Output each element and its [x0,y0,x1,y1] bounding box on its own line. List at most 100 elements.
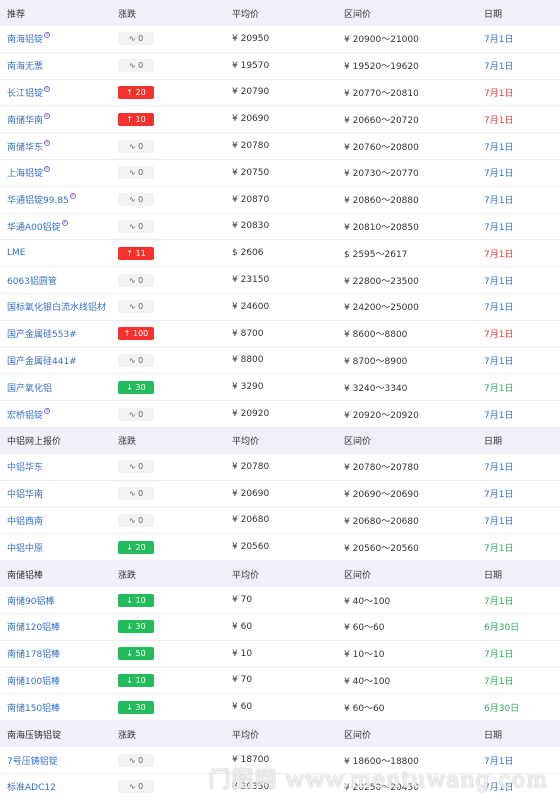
table-row[interactable]: 长江铝锭® ↑ 20 ¥ 20790 ¥ 20770～20810 7月1日 [0,80,560,107]
product-link[interactable]: 国标氧化银白流水线铝材 [7,303,106,313]
product-link[interactable]: 南储华东 [7,143,43,153]
range-price: ¥ 19520～19620 [344,62,419,73]
product-link[interactable]: 南储华南 [7,116,43,126]
avg-price: ¥ 8700 [232,328,264,339]
table-row[interactable]: 国标氧化银白流水线铝材 ∿ 0 ¥ 24600 ¥ 24200～25000 7月1日 [0,294,560,321]
table-row[interactable]: 南储120铝棒 ↓ 30 ¥ 60 ¥ 60～60 6月30日 [0,614,560,641]
table-row[interactable]: 南储90铝棒 ↓ 10 ¥ 70 ¥ 40～100 7月1日 [0,587,560,614]
avg-price: ¥ 20780 [232,461,270,472]
avg-price: ¥ 70 [232,675,253,686]
product-link[interactable]: 国产氧化铝 [7,384,52,394]
registered-icon: ® [44,32,51,39]
product-link[interactable]: 国产金属硅441# [7,357,77,367]
date: 7月1日 [484,249,514,260]
header-avg: 平均价 [232,9,260,20]
flat-icon: ∿ [128,221,139,231]
range-price: ¥ 20560～20560 [344,543,419,554]
registered-icon: ® [44,407,51,414]
change-badge: ∿ 0 [118,219,154,233]
change-value: 0 [138,195,144,205]
range-price: $ 2595～2617 [344,249,408,260]
range-price: ¥ 3240～3340 [344,383,408,394]
table-row[interactable]: 南储华南® ↑ 10 ¥ 20690 ¥ 20660～20720 7月1日 [0,106,560,134]
date: 7月1日 [484,543,514,554]
product-link[interactable]: 华通A00铝锭 [7,223,61,233]
change-value: 0 [138,221,144,231]
range-price: ¥ 24200～25000 [344,303,419,314]
change-value: 0 [138,34,144,44]
product-link[interactable]: 上海铝锭 [7,169,43,179]
avg-price: ¥ 20750 [232,167,270,178]
product-link[interactable]: 中铝华东 [7,463,43,473]
product-link[interactable]: 南储178铝棒 [7,650,60,660]
arrow-down-icon: ↓ [126,649,136,659]
table-row[interactable]: 南储100铝棒 ↓ 10 ¥ 70 ¥ 40～100 7月1日 [0,668,560,695]
product-link[interactable]: 中铝华南 [7,490,43,500]
table-row[interactable]: 宏桥铝锭® ∿ 0 ¥ 20920 ¥ 20920～20920 7月1日 [0,401,560,428]
product-link[interactable]: 宏桥铝锭 [7,411,43,421]
table-row[interactable]: 中铝华东 ∿ 0 ¥ 20780 ¥ 20780～20780 7月1日 [0,454,560,481]
range-price: ¥ 20690～20690 [344,490,419,501]
product-link[interactable]: 南储90铝棒 [7,597,54,607]
change-value: 10 [135,675,146,685]
avg-price: ¥ 20830 [232,221,270,232]
avg-price: ¥ 20680 [232,515,270,526]
product-link[interactable]: 中铝中原 [7,544,43,554]
header-name: 南海压铸铝锭 [7,730,62,741]
section-header: 南储铝棒 涨跌 平均价 区间价 日期 [0,561,560,588]
header-range: 区间价 [344,570,372,581]
table-row[interactable]: 国产金属硅553# ↑ 100 ¥ 8700 ¥ 8600～8800 7月1日 [0,321,560,348]
header-date: 日期 [484,730,503,741]
product-link[interactable]: LME [7,248,25,258]
arrow-up-icon: ↑ [123,329,133,339]
table-row[interactable]: 华通铝锭99.85® ∿ 0 ¥ 20870 ¥ 20860～20880 7月1日 [0,187,560,214]
change-badge: ∿ 0 [118,32,154,46]
table-row[interactable]: 中铝中原 ↓ 20 ¥ 20560 ¥ 20560～20560 7月1日 [0,534,560,562]
table-row[interactable]: 南储150铝棒 ↓ 30 ¥ 60 ¥ 60～60 6月30日 [0,694,560,722]
flat-icon: ∿ [128,515,139,525]
date: 7月1日 [484,196,514,207]
product-link[interactable]: 标准ADC12 [7,783,56,793]
table-row[interactable]: 南储178铝棒 ↓ 50 ¥ 10 ¥ 10～10 7月1日 [0,641,560,668]
flat-icon: ∿ [128,302,139,312]
registered-icon: ® [44,112,51,119]
change-badge: ↓ 20 [118,540,154,554]
table-row[interactable]: LME ↑ 11 $ 2606 $ 2595～2617 7月1日 [0,240,560,268]
avg-price: ¥ 20690 [232,488,270,499]
table-row[interactable]: 中铝华南 ∿ 0 ¥ 20690 ¥ 20690～20690 7月1日 [0,481,560,508]
header-avg: 平均价 [232,437,260,448]
product-link[interactable]: 国产金属硅553# [7,330,77,340]
change-badge: ∿ 0 [118,193,154,207]
date: 7月1日 [484,330,514,341]
table-row[interactable]: 南海无票 ∿ 0 ¥ 19570 ¥ 19520～19620 7月1日 [0,53,560,80]
avg-price: ¥ 24600 [232,301,270,312]
registered-icon: ® [44,85,51,92]
product-link[interactable]: 南储100铝棒 [7,677,60,687]
product-link[interactable]: 南储150铝棒 [7,704,60,714]
table-row[interactable]: 国产氧化铝 ↓ 30 ¥ 3290 ¥ 3240～3340 7月1日 [0,374,560,402]
table-row[interactable]: 华通A00铝锭® ∿ 0 ¥ 20830 ¥ 20810～20850 7月1日 [0,214,560,241]
table-row[interactable]: 国产金属硅441# ∿ 0 ¥ 8800 ¥ 8700～8900 7月1日 [0,348,560,375]
change-badge: ↑ 100 [118,327,154,341]
product-link[interactable]: 长江铝锭 [7,89,43,99]
table-row[interactable]: 中铝西南 ∿ 0 ¥ 20680 ¥ 20680～20680 7月1日 [0,508,560,535]
header-avg: 平均价 [232,570,260,581]
product-link[interactable]: 南海铝锭 [7,35,43,45]
product-link[interactable]: 华通铝锭99.85 [7,196,69,206]
date: 7月1日 [484,650,514,661]
product-link[interactable]: 7号压铸铝锭 [7,757,58,767]
registered-icon: ® [61,219,68,226]
table-row[interactable]: 南海铝锭® ∿ 0 ¥ 20950 ¥ 20900～21000 7月1日 [0,26,560,53]
product-link[interactable]: 南海无票 [7,62,43,72]
product-link[interactable]: 中铝西南 [7,517,43,527]
product-link[interactable]: 南储120铝棒 [7,623,60,633]
date: 6月30日 [484,623,520,634]
arrow-down-icon: ↓ [126,382,136,392]
table-row[interactable]: 南储华东® ∿ 0 ¥ 20780 ¥ 20760～20800 7月1日 [0,133,560,160]
change-value: 20 [135,542,146,552]
table-row[interactable]: 上海铝锭® ∿ 0 ¥ 20750 ¥ 20730～20770 7月1日 [0,160,560,187]
arrow-down-icon: ↓ [126,622,136,632]
table-row[interactable]: 6063铝圆管 ∿ 0 ¥ 23150 ¥ 22800～23500 7月1日 [0,267,560,294]
product-link[interactable]: 6063铝圆管 [7,277,57,287]
change-value: 30 [135,622,146,632]
